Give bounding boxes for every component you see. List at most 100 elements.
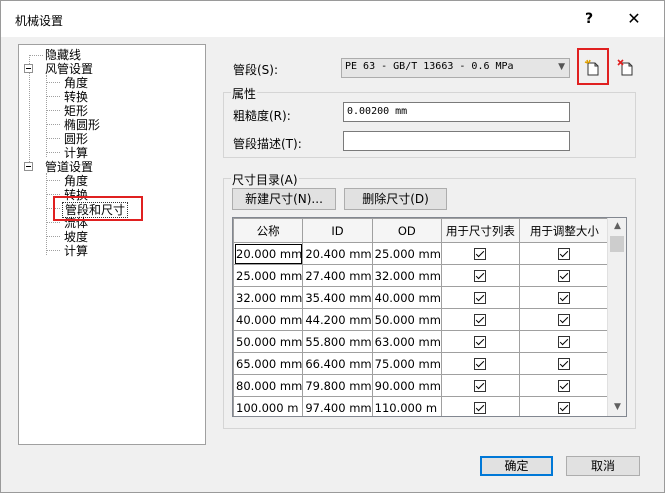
size-grid: 公称 ID OD 用于尺寸列表 用于调整大小 20.000 mm 20.400 m…: [233, 218, 610, 416]
used-in-size-lists-checkbox[interactable]: [474, 292, 487, 304]
nominal-cell[interactable]: 25.000 mm: [233, 264, 304, 287]
id-cell[interactable]: 27.400 mm: [302, 264, 373, 287]
highlight-box: [53, 196, 143, 221]
tree-line: [46, 110, 60, 111]
nominal-cell[interactable]: 80.000 mm: [233, 374, 304, 397]
nominal-cell[interactable]: 65.000 mm: [233, 352, 304, 375]
id-cell[interactable]: 66.400 mm: [302, 352, 373, 375]
tree-line: [46, 124, 60, 125]
ok-button[interactable]: 确定: [480, 456, 553, 476]
column-header-nominal[interactable]: 公称: [233, 218, 304, 243]
segment-select[interactable]: PE 63 - GB/T 13663 - 0.6 MPa ▼: [341, 58, 570, 78]
tree-item-duct-settings[interactable]: 风管设置: [45, 62, 93, 76]
used-in-sizing-checkbox[interactable]: [558, 314, 571, 326]
tree-line: [46, 82, 60, 83]
used-in-sizing-checkbox[interactable]: [558, 292, 571, 304]
table-row[interactable]: 20.000 mm 20.400 mm 25.000 mm: [233, 242, 610, 265]
table-row[interactable]: 80.000 mm 79.800 mm 90.000 mm: [233, 374, 610, 397]
close-button[interactable]: ✕: [621, 7, 647, 31]
scroll-up-icon[interactable]: ▲: [608, 218, 626, 235]
id-cell[interactable]: 20.400 mm: [302, 242, 373, 265]
roughness-input[interactable]: 0.00200 mm: [343, 102, 570, 122]
tree-line: [46, 236, 60, 237]
tree-item-slope[interactable]: 坡度: [64, 230, 88, 244]
nominal-cell[interactable]: 20.000 mm: [233, 242, 304, 265]
id-cell[interactable]: 97.400 mm: [302, 396, 373, 416]
tree-item-duct-conversion[interactable]: 转换: [64, 90, 88, 104]
used-in-sizing-checkbox-cell: [518, 308, 610, 331]
table-row[interactable]: 50.000 mm 55.800 mm 63.000 mm: [233, 330, 610, 353]
nominal-cell[interactable]: 40.000 mm: [233, 308, 304, 331]
id-cell[interactable]: 79.800 mm: [302, 374, 373, 397]
used-in-size-lists-checkbox[interactable]: [474, 358, 487, 370]
settings-tree: 隐藏线 风管设置 角度 转换 矩形 椭圆形 圆形 计算 管道设置 角度 转换 管…: [18, 44, 206, 445]
help-button[interactable]: ?: [576, 7, 602, 31]
table-row[interactable]: 25.000 mm 27.400 mm 32.000 mm: [233, 264, 610, 287]
scroll-thumb[interactable]: [610, 236, 624, 252]
used-in-sizing-checkbox-cell: [518, 242, 610, 265]
od-cell[interactable]: 40.000 mm: [371, 286, 442, 309]
collapse-icon[interactable]: [24, 162, 33, 171]
used-in-size-lists-checkbox-cell: [440, 374, 520, 397]
used-in-sizing-checkbox[interactable]: [558, 336, 571, 348]
used-in-sizing-checkbox-cell: [518, 330, 610, 353]
id-cell[interactable]: 35.400 mm: [302, 286, 373, 309]
table-row[interactable]: 40.000 mm 44.200 mm 50.000 mm: [233, 308, 610, 331]
chevron-down-icon: ▼: [558, 62, 565, 72]
used-in-size-lists-checkbox[interactable]: [474, 336, 487, 348]
column-header-used-in-sizing[interactable]: 用于调整大小: [518, 218, 610, 243]
tree-item-duct-calculation[interactable]: 计算: [64, 146, 88, 160]
id-cell[interactable]: 55.800 mm: [302, 330, 373, 353]
column-header-used-in-size-lists[interactable]: 用于尺寸列表: [440, 218, 520, 243]
mechanical-settings-dialog: 机械设置 ? ✕ 隐藏线 风管设置 角度 转换 矩形 椭圆形 圆形 计算 管道设…: [0, 0, 665, 493]
size-table: 公称 ID OD 用于尺寸列表 用于调整大小 20.000 mm 20.400 m…: [232, 217, 627, 417]
tree-item-oval[interactable]: 椭圆形: [64, 118, 100, 132]
od-cell[interactable]: 50.000 mm: [371, 308, 442, 331]
used-in-sizing-checkbox[interactable]: [558, 270, 571, 282]
nominal-cell[interactable]: 100.000 m: [233, 396, 304, 416]
tree-item-pipe-calculation[interactable]: 计算: [64, 244, 88, 258]
column-header-id[interactable]: ID: [302, 218, 373, 243]
table-row[interactable]: 100.000 m 97.400 mm 110.000 m: [233, 396, 610, 416]
tree-item-pipe-settings[interactable]: 管道设置: [45, 160, 93, 174]
nominal-cell[interactable]: 50.000 mm: [233, 330, 304, 353]
delete-size-button[interactable]: 删除尺寸(D): [344, 188, 447, 210]
used-in-size-lists-checkbox[interactable]: [474, 314, 487, 326]
column-header-od[interactable]: OD: [371, 218, 442, 243]
od-cell[interactable]: 110.000 m: [371, 396, 442, 416]
description-input[interactable]: [343, 131, 570, 151]
od-cell[interactable]: 90.000 mm: [371, 374, 442, 397]
properties-title: 属性: [231, 85, 258, 102]
used-in-sizing-checkbox[interactable]: [558, 402, 571, 414]
tree-item-pipe-angle[interactable]: 角度: [64, 174, 88, 188]
od-cell[interactable]: 75.000 mm: [371, 352, 442, 375]
used-in-size-lists-checkbox[interactable]: [474, 380, 487, 392]
id-cell[interactable]: 44.200 mm: [302, 308, 373, 331]
used-in-sizing-checkbox[interactable]: [558, 248, 571, 260]
collapse-icon[interactable]: [24, 64, 33, 73]
highlight-box: [577, 48, 609, 85]
segment-label: 管段(S):: [233, 63, 279, 77]
used-in-size-lists-checkbox[interactable]: [474, 402, 487, 414]
cancel-button[interactable]: 取消: [566, 456, 640, 476]
od-cell[interactable]: 25.000 mm: [371, 242, 442, 265]
table-row[interactable]: 32.000 mm 35.400 mm 40.000 mm: [233, 286, 610, 309]
od-cell[interactable]: 63.000 mm: [371, 330, 442, 353]
used-in-sizing-checkbox[interactable]: [558, 380, 571, 392]
used-in-size-lists-checkbox[interactable]: [474, 248, 487, 260]
nominal-cell[interactable]: 32.000 mm: [233, 286, 304, 309]
used-in-size-lists-checkbox-cell: [440, 264, 520, 287]
tree-item-rectangular[interactable]: 矩形: [64, 104, 88, 118]
tree-item-duct-angle[interactable]: 角度: [64, 76, 88, 90]
tree-item-round[interactable]: 圆形: [64, 132, 88, 146]
new-size-button[interactable]: 新建尺寸(N)...: [232, 188, 336, 210]
table-row[interactable]: 65.000 mm 66.400 mm 75.000 mm: [233, 352, 610, 375]
od-cell[interactable]: 32.000 mm: [371, 264, 442, 287]
size-catalog-title: 尺寸目录(A): [231, 171, 299, 188]
table-scrollbar[interactable]: ▲ ▼: [607, 218, 626, 416]
used-in-sizing-checkbox[interactable]: [558, 358, 571, 370]
used-in-size-lists-checkbox[interactable]: [474, 270, 487, 282]
tree-item-hidden-lines[interactable]: 隐藏线: [45, 48, 81, 62]
delete-document-icon[interactable]: [615, 57, 637, 79]
scroll-down-icon[interactable]: ▼: [608, 399, 626, 416]
